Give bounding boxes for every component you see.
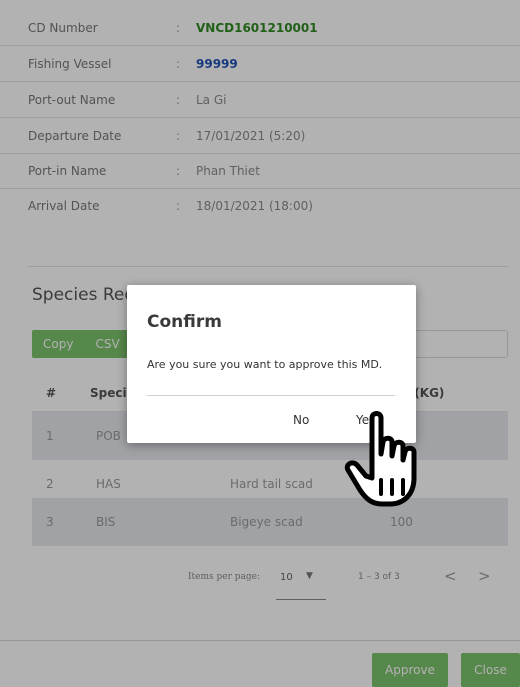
no-button[interactable]: No (293, 413, 309, 427)
hand-pointer-icon (344, 411, 417, 507)
dialog-title: Confirm (147, 312, 222, 332)
dialog-divider (147, 395, 395, 396)
dialog-message: Are you sure you want to approve this MD… (147, 358, 383, 371)
